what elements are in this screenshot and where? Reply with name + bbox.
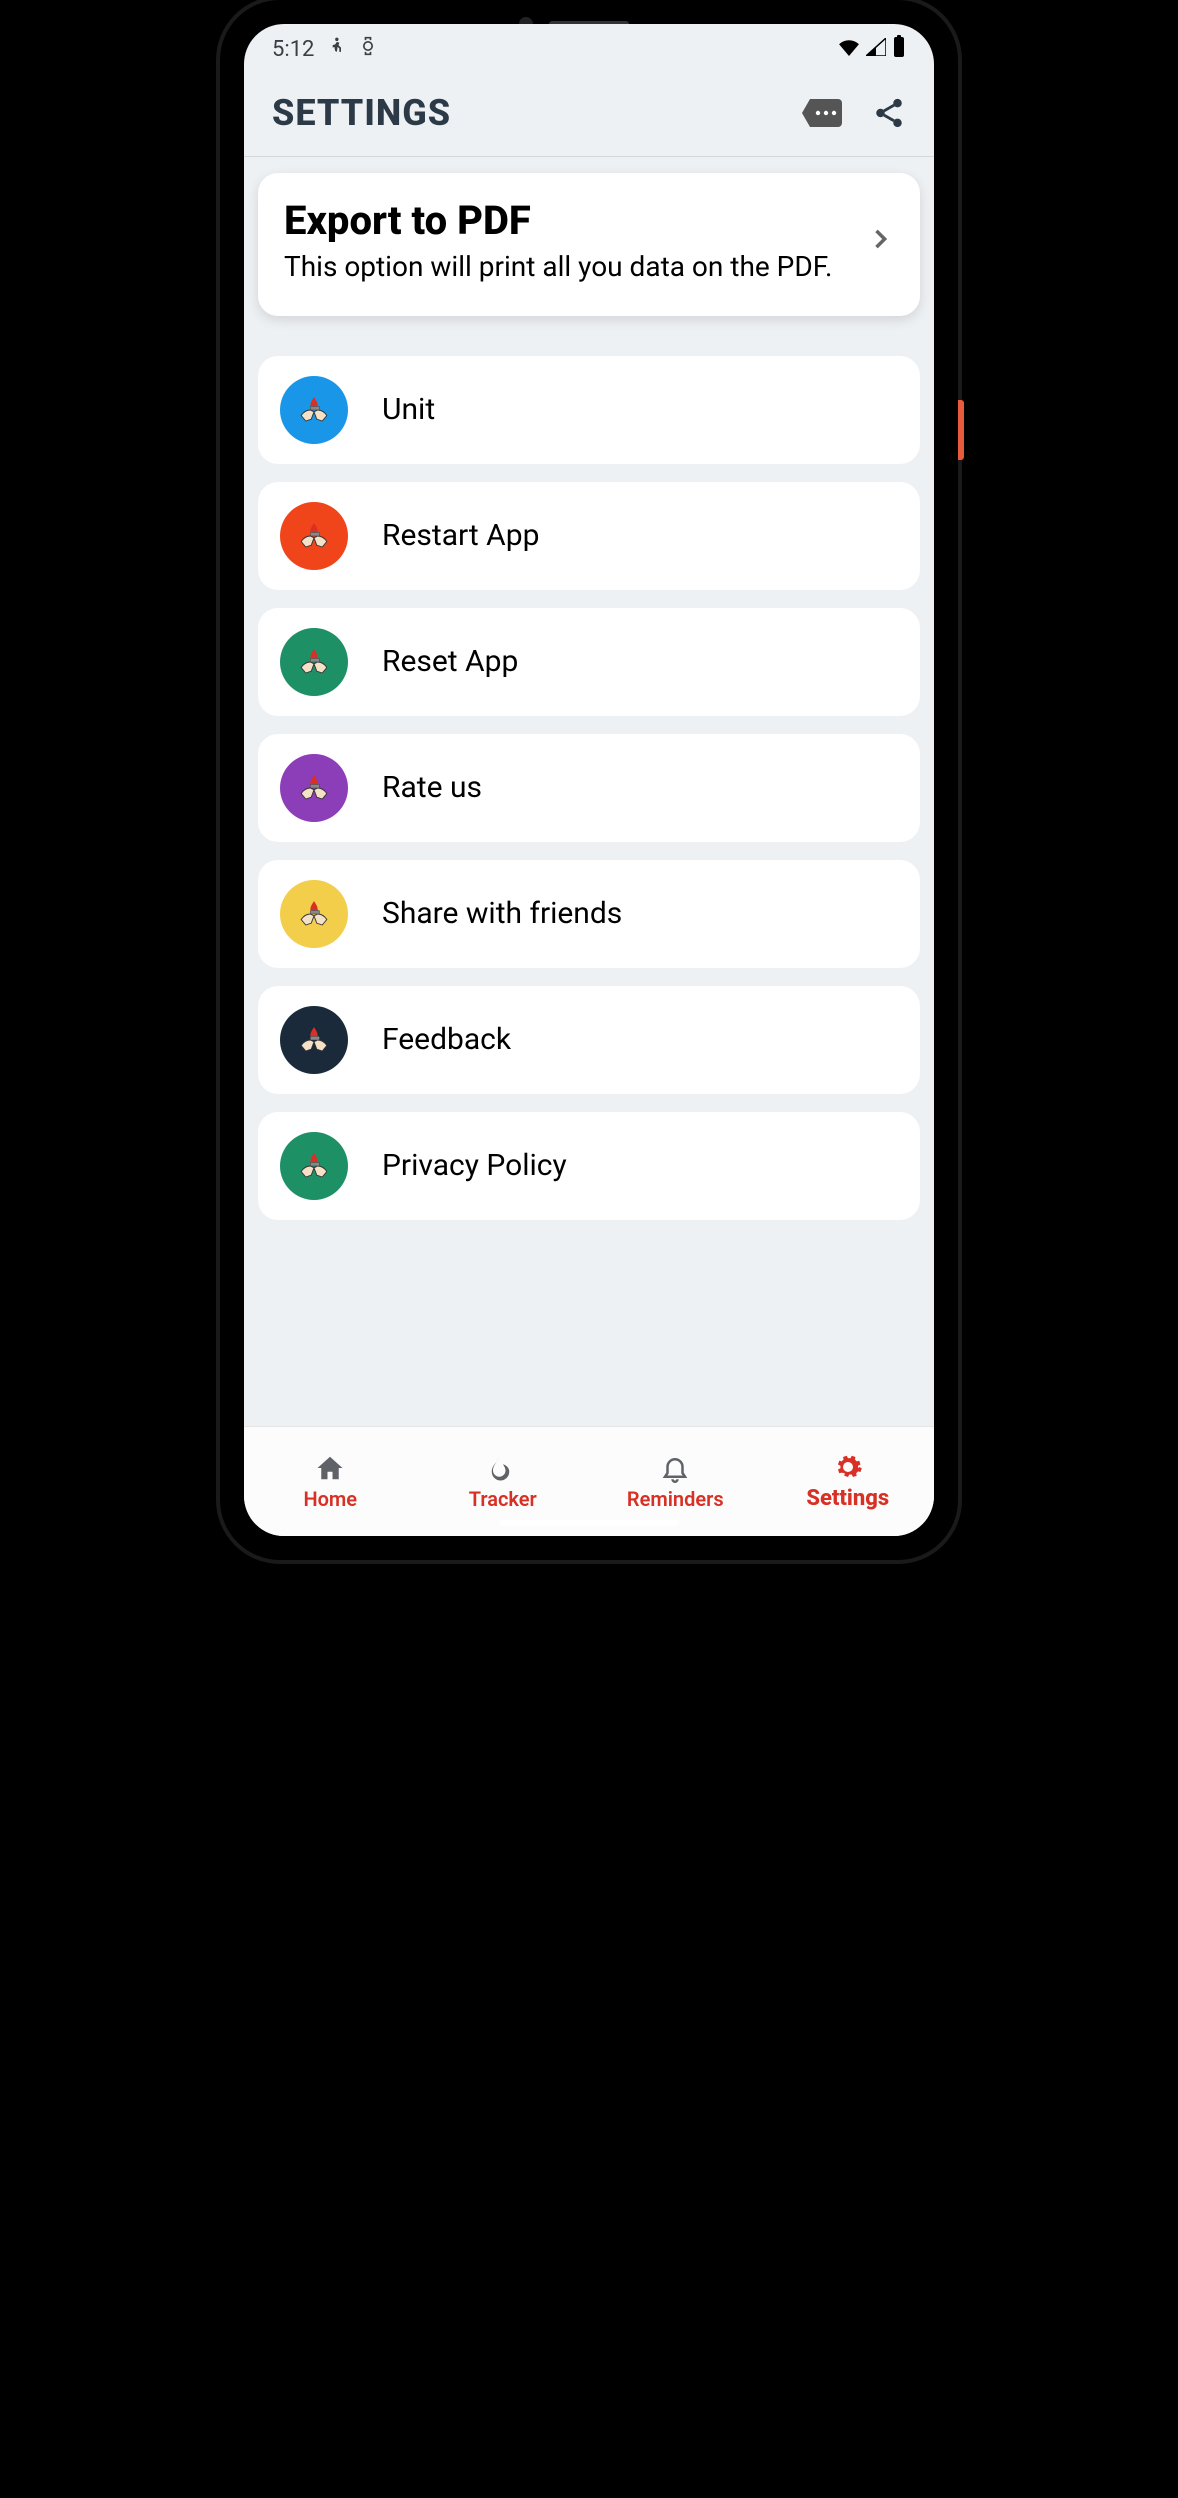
nav-label: Home bbox=[303, 1487, 357, 1511]
setting-icon bbox=[280, 1132, 348, 1200]
setting-item-reset-app[interactable]: Reset App bbox=[258, 608, 920, 716]
content-area: Export to PDF This option will print all… bbox=[244, 157, 934, 1426]
setting-icon bbox=[280, 754, 348, 822]
setting-item-share-with-friends[interactable]: Share with friends bbox=[258, 860, 920, 968]
settings-list: Unit Restart App Reset App Rate us Share wit… bbox=[258, 356, 920, 1220]
gear-icon bbox=[833, 1452, 863, 1482]
export-title: Export to PDF bbox=[284, 197, 846, 244]
setting-label: Restart App bbox=[382, 518, 539, 553]
home-indicator[interactable] bbox=[499, 1520, 679, 1526]
setting-label: Rate us bbox=[382, 770, 482, 805]
more-button[interactable] bbox=[802, 99, 842, 127]
wifi-icon bbox=[838, 37, 860, 62]
setting-item-rate-us[interactable]: Rate us bbox=[258, 734, 920, 842]
share-button[interactable] bbox=[872, 96, 906, 130]
setting-icon bbox=[280, 376, 348, 444]
setting-label: Share with friends bbox=[382, 896, 622, 931]
nav-label: Reminders bbox=[627, 1487, 724, 1511]
status-time: 5:12 bbox=[272, 37, 314, 62]
setting-label: Feedback bbox=[382, 1022, 511, 1057]
setting-label: Reset App bbox=[382, 644, 518, 679]
nav-label: Settings bbox=[806, 1486, 889, 1511]
watch-icon bbox=[358, 36, 378, 62]
tracker-icon bbox=[488, 1453, 518, 1483]
page-title: SETTINGS bbox=[272, 92, 451, 134]
setting-icon bbox=[280, 502, 348, 570]
signal-icon bbox=[866, 37, 886, 62]
home-icon bbox=[315, 1453, 345, 1483]
setting-item-privacy-policy[interactable]: Privacy Policy bbox=[258, 1112, 920, 1220]
setting-label: Unit bbox=[382, 392, 435, 427]
status-bar: 5:12 bbox=[244, 24, 934, 74]
app-bar: SETTINGS bbox=[244, 74, 934, 157]
setting-icon bbox=[280, 628, 348, 696]
setting-item-restart-app[interactable]: Restart App bbox=[258, 482, 920, 590]
export-pdf-card[interactable]: Export to PDF This option will print all… bbox=[258, 173, 920, 316]
battery-icon bbox=[892, 35, 906, 63]
walking-icon bbox=[326, 36, 346, 62]
chevron-right-icon bbox=[866, 217, 894, 265]
setting-item-feedback[interactable]: Feedback bbox=[258, 986, 920, 1094]
nav-home[interactable]: Home bbox=[244, 1427, 417, 1536]
bell-icon bbox=[660, 1453, 690, 1483]
export-description: This option will print all you data on t… bbox=[284, 248, 846, 286]
nav-settings[interactable]: Settings bbox=[762, 1427, 935, 1536]
nav-label: Tracker bbox=[469, 1487, 537, 1511]
setting-icon bbox=[280, 1006, 348, 1074]
setting-item-unit[interactable]: Unit bbox=[258, 356, 920, 464]
setting-icon bbox=[280, 880, 348, 948]
setting-label: Privacy Policy bbox=[382, 1148, 567, 1183]
